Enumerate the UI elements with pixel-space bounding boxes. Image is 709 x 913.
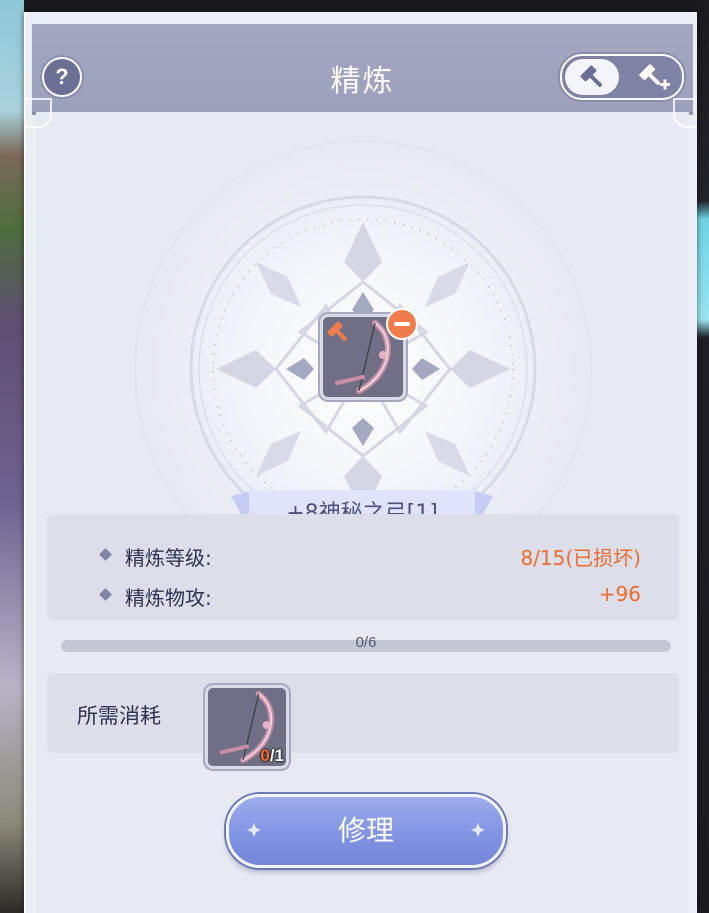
background-scene-left (0, 0, 24, 913)
mode-toggle[interactable] (560, 54, 684, 100)
stat-row-refine-level: 精炼等级: 8/15(已损坏) (47, 540, 679, 570)
sparkle-icon (247, 823, 261, 837)
repair-button[interactable]: 修理 (226, 794, 506, 868)
corner-ornament (26, 98, 52, 128)
corner-ornament (673, 98, 697, 128)
cost-count: 0/1 (260, 746, 284, 766)
stat-value: 8/15(已损坏) (520, 546, 641, 570)
cost-have: 0 (260, 746, 270, 765)
required-cost: 所需消耗 0/1 (47, 673, 679, 769)
progress-text: 0/6 (355, 634, 377, 651)
mode-refine-button[interactable] (565, 59, 619, 95)
cost-item-slot[interactable]: 0/1 (205, 685, 289, 769)
stat-row-refine-attack: 精炼物攻: +96 (47, 580, 679, 610)
diamond-bullet-icon (99, 588, 112, 601)
cost-label: 所需消耗 (77, 704, 161, 728)
title-bar: ? 精炼 (32, 24, 693, 115)
refine-panel: ? 精炼 精炼等级: 8/15(已损坏) 精炼物攻: +96 0/6 所需消耗 … (24, 12, 697, 913)
refine-stats: 精炼等级: 8/15(已损坏) 精炼物攻: +96 (47, 514, 679, 620)
stat-label: 精炼等级: (125, 546, 212, 570)
stat-label: 精炼物攻: (125, 586, 212, 610)
remove-item-button[interactable] (386, 308, 418, 340)
diamond-bullet-icon (99, 548, 112, 561)
cost-need: /1 (269, 746, 284, 765)
mode-enhance-button[interactable] (625, 59, 679, 95)
sparkle-icon (471, 823, 485, 837)
repair-label: 修理 (337, 814, 394, 847)
hammer-plus-icon (639, 64, 670, 90)
stat-value: +96 (598, 582, 641, 606)
hammer-icon (580, 65, 603, 88)
refine-content: +8神秘之弓[1] 精炼等级: 8/15(已损坏) 精炼物攻: +96 0/6 … (26, 98, 697, 913)
